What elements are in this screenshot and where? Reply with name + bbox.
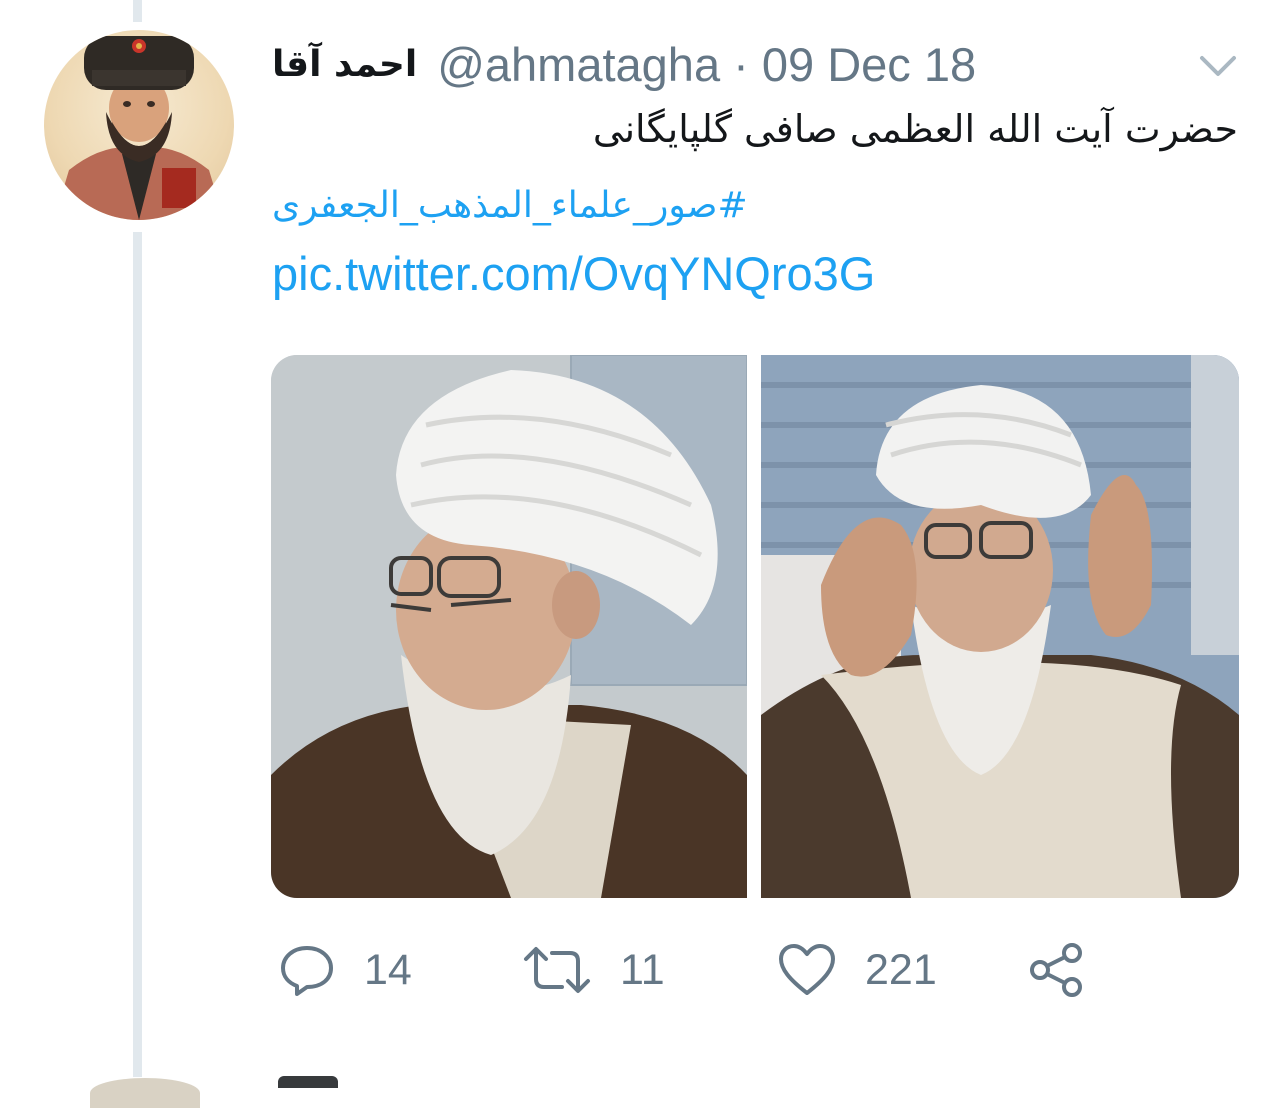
photo-portrait-profile-icon xyxy=(271,355,747,898)
tweet-date[interactable]: 09 Dec 18 xyxy=(762,38,976,91)
like-count: 221 xyxy=(865,945,937,994)
photo-portrait-praying-icon xyxy=(761,355,1239,898)
reply-icon xyxy=(281,946,333,996)
pic-link[interactable]: pic.twitter.com/OvqYNQro3G xyxy=(272,244,875,304)
handle[interactable]: @ahmatagha xyxy=(437,38,720,91)
next-tweet-avatar[interactable] xyxy=(90,1078,200,1108)
chevron-down-icon[interactable] xyxy=(1196,50,1240,82)
handle-and-date: @ahmatagha · 09 Dec 18 xyxy=(437,37,976,92)
media-grid xyxy=(271,355,1239,898)
photo-1[interactable] xyxy=(271,355,747,898)
retweet-icon xyxy=(524,947,590,993)
display-name[interactable]: احمد آقا xyxy=(272,44,417,85)
thread-line-top xyxy=(133,0,142,22)
like-button[interactable]: 221 xyxy=(777,935,937,1005)
retweet-button[interactable]: 11 xyxy=(522,935,665,1005)
avatar-portrait xyxy=(54,36,224,220)
tweet-text: حضرت آیت الله العظمی صافی گلپایگانی xyxy=(592,107,1238,151)
reply-count: 14 xyxy=(364,945,412,994)
reply-button[interactable]: 14 xyxy=(278,935,412,1005)
thread-line xyxy=(133,232,142,1077)
hashtag-link[interactable]: #صور_علماء_المذهب_الجعفری xyxy=(272,178,872,234)
retweet-count: 11 xyxy=(620,945,665,994)
next-tweet-name xyxy=(278,1076,338,1088)
avatar[interactable] xyxy=(44,30,234,220)
share-icon xyxy=(1030,943,1082,997)
share-button[interactable] xyxy=(1028,935,1084,1005)
action-bar: 14 11 221 xyxy=(272,935,1172,1005)
heart-icon xyxy=(779,944,835,995)
photo-2[interactable] xyxy=(761,355,1239,898)
tweet-header: احمد آقا @ahmatagha · 09 Dec 18 xyxy=(272,34,976,94)
separator: · xyxy=(720,37,762,91)
